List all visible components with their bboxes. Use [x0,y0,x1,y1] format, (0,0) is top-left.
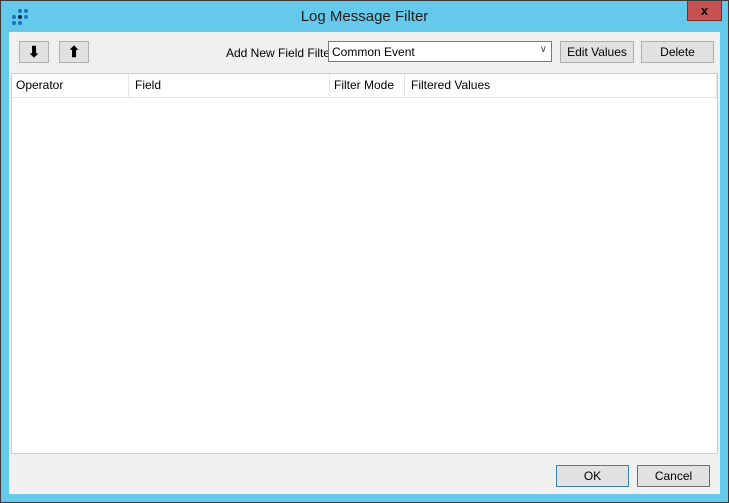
title-bar[interactable]: Log Message Filter x [1,1,728,32]
move-up-button[interactable]: ⬆ [59,41,89,63]
dropdown-selected-value: Common Event [332,45,415,59]
toolbar: ⬇ ⬆ Add New Field Filter: Common Event ∨… [9,32,720,72]
dialog-client-area: ⬇ ⬆ Add New Field Filter: Common Event ∨… [9,32,720,494]
delete-button[interactable]: Delete [641,41,714,63]
move-down-button[interactable]: ⬇ [19,41,49,63]
column-header-filter-mode[interactable]: Filter Mode [330,74,405,97]
dialog-footer: OK Cancel [9,454,720,494]
column-header-filtered-values[interactable]: Filtered Values [405,74,717,97]
close-icon: x [700,3,709,18]
chevron-down-icon: ∨ [539,44,547,55]
close-button[interactable]: x [687,1,722,21]
filter-grid[interactable]: Operator Field Filter Mode Filtered Valu… [11,73,718,454]
arrow-down-icon: ⬇ [27,44,41,61]
column-header-field[interactable]: Field [129,74,330,97]
cancel-button[interactable]: Cancel [637,465,710,487]
grid-header: Operator Field Filter Mode Filtered Valu… [12,74,717,98]
log-message-filter-window: Log Message Filter x ⬇ ⬆ Add New Field F… [0,0,729,503]
arrow-up-icon: ⬆ [67,44,81,61]
edit-values-button[interactable]: Edit Values [560,41,634,63]
add-field-filter-dropdown[interactable]: Common Event ∨ [328,41,552,62]
add-filter-label: Add New Field Filter: [226,46,338,60]
ok-button[interactable]: OK [556,465,629,487]
column-header-operator[interactable]: Operator [12,74,129,97]
window-title: Log Message Filter [300,8,429,25]
